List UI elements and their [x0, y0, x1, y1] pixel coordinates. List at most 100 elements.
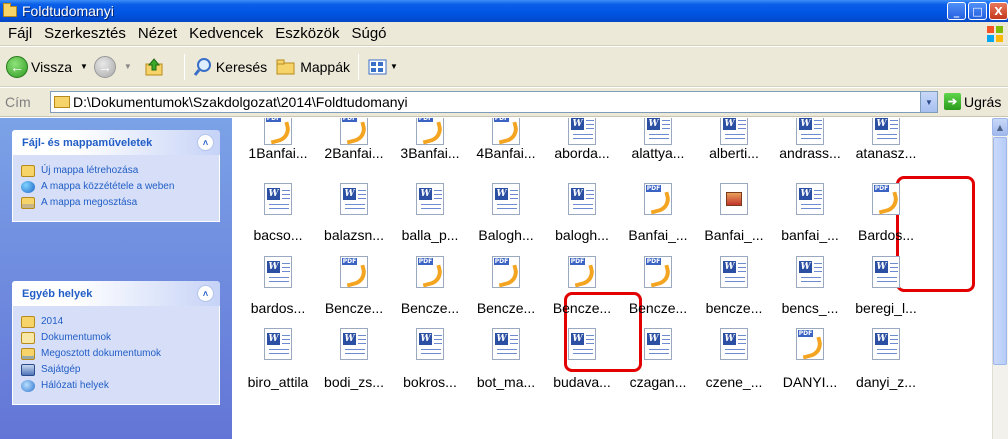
forward-dropdown-icon[interactable]: ▼ [124, 62, 132, 71]
views-icon[interactable] [367, 57, 389, 77]
file-item[interactable]: Wbalazsn... [314, 175, 394, 243]
file-item[interactable]: Waborda... [542, 118, 622, 165]
file-item[interactable]: Wbiro_attila [238, 322, 318, 390]
file-item[interactable]: Wdanyi_z... [846, 322, 926, 390]
file-item[interactable]: PDF Bencze... [542, 248, 622, 316]
file-item[interactable]: PDF Bencze... [618, 248, 698, 316]
search-icon[interactable] [193, 57, 213, 77]
file-item[interactable]: Watanasz... [846, 118, 926, 165]
file-name: DANYI... [782, 374, 838, 390]
file-item[interactable]: Wbokros... [390, 322, 470, 390]
word-doc-icon: W [644, 328, 672, 360]
file-item[interactable]: PDF Bencze... [314, 248, 394, 316]
file-item[interactable]: PDF DANYI... [770, 322, 850, 390]
file-name: bacso... [253, 227, 303, 243]
folders-icon[interactable] [275, 57, 297, 77]
file-name: Banfai_... [704, 227, 764, 243]
menu-edit[interactable]: Szerkesztés [38, 25, 132, 42]
file-item[interactable]: PDF Bencze... [466, 248, 546, 316]
close-button[interactable]: X [989, 2, 1008, 20]
file-item[interactable]: Wczagan... [618, 322, 698, 390]
menu-favorites[interactable]: Kedvencek [183, 25, 269, 42]
new-folder-icon [21, 165, 35, 177]
file-item[interactable]: PDF 2Banfai... [314, 118, 394, 165]
go-button[interactable]: ➔ Ugrás [944, 93, 1001, 110]
file-item[interactable]: Wbodi_zs... [314, 322, 394, 390]
back-dropdown-icon[interactable]: ▼ [80, 62, 88, 71]
scrollbar-thumb[interactable] [993, 137, 1007, 365]
forward-arrow-icon[interactable]: → [93, 55, 116, 78]
file-name: 4Banfai... [476, 145, 536, 161]
file-item[interactable]: Wbencs_... [770, 248, 850, 316]
place-2014[interactable]: 2014 [21, 316, 219, 328]
file-item[interactable]: Wbardos... [238, 248, 318, 316]
collapse-chevron-icon[interactable]: ˄ [197, 285, 214, 302]
task-publish-web[interactable]: A mappa közzététele a weben [21, 181, 219, 193]
place-my-computer[interactable]: Sajátgép [21, 364, 219, 376]
minimize-button[interactable]: _ [947, 2, 966, 20]
share-folder-icon [21, 197, 35, 209]
file-tasks-header[interactable]: Fájl- és mappaműveletek ˄ [12, 130, 220, 155]
file-name: banfai_... [781, 227, 839, 243]
file-item[interactable]: Wbacso... [238, 175, 318, 243]
address-dropdown-icon[interactable]: ▼ [920, 92, 937, 112]
folders-button[interactable]: Mappák [300, 59, 350, 75]
pdf-file-icon: PDF [796, 328, 825, 360]
word-doc-icon: W [492, 328, 520, 360]
menu-view[interactable]: Nézet [132, 25, 183, 42]
file-item[interactable]: PDF Bencze... [390, 248, 470, 316]
folder-icon [21, 316, 35, 328]
address-label: Cím [5, 94, 31, 110]
file-item[interactable]: Wbudava... [542, 322, 622, 390]
file-item[interactable]: PDF 4Banfai... [466, 118, 546, 165]
file-item[interactable]: W Balogh... [466, 175, 546, 243]
file-item[interactable]: Wbanfai_... [770, 175, 850, 243]
menu-help[interactable]: Súgó [345, 25, 392, 42]
file-item[interactable]: Wbalogh... [542, 175, 622, 243]
menu-file[interactable]: Fájl [0, 25, 38, 42]
place-network[interactable]: Hálózati helyek [21, 380, 219, 392]
file-item[interactable]: Wbencze... [694, 248, 774, 316]
web-publish-icon [21, 181, 35, 193]
file-item[interactable]: PDF 3Banfai... [390, 118, 470, 165]
back-arrow-icon[interactable]: ← [6, 55, 28, 78]
file-item[interactable]: Wandrass... [770, 118, 850, 165]
pdf-file-icon: PDF [872, 183, 901, 215]
search-button[interactable]: Keresés [216, 59, 267, 75]
menu-tools[interactable]: Eszközök [269, 25, 345, 42]
file-item[interactable]: Banfai_... [694, 175, 774, 243]
file-item[interactable]: PDF 1Banfai... [238, 118, 318, 165]
file-list: PDF 1Banfai... PDF 2Banfai... PDF 3Banfai... P… [232, 118, 992, 439]
collapse-chevron-icon[interactable]: ˄ [197, 134, 214, 151]
file-name: bot_ma... [476, 374, 536, 390]
back-button[interactable]: Vissza [31, 59, 72, 75]
task-new-folder[interactable]: Új mappa létrehozása [21, 165, 219, 177]
file-name: bardos... [250, 300, 306, 316]
task-share-folder[interactable]: A mappa megosztása [21, 197, 219, 209]
file-item[interactable]: Wballa_p... [390, 175, 470, 243]
file-item[interactable]: Walberti... [694, 118, 774, 165]
file-item[interactable]: Wczene_... [694, 322, 774, 390]
maximize-button[interactable]: □ [968, 2, 987, 20]
toolbar-separator [358, 53, 359, 80]
file-item[interactable]: Wbot_ma... [466, 322, 546, 390]
views-dropdown-icon[interactable]: ▼ [390, 62, 398, 71]
image-file-icon [720, 183, 748, 215]
word-doc-icon: W [264, 328, 292, 360]
toolbar-separator [183, 53, 185, 80]
address-field[interactable]: D:\Dokumentumok\Szakdolgozat\2014\Foldtu… [50, 91, 938, 113]
file-item[interactable]: PDF Bardos... [846, 175, 926, 243]
file-item[interactable]: Walattya... [618, 118, 698, 165]
address-path[interactable]: D:\Dokumentumok\Szakdolgozat\2014\Foldtu… [73, 94, 408, 110]
title-bar[interactable]: Foldtudomanyi _ □ X [0, 0, 1008, 22]
scroll-up-icon[interactable]: ▲ [992, 118, 1008, 136]
file-item[interactable]: PDF Banfai_... [618, 175, 698, 243]
word-doc-icon: W [720, 118, 748, 145]
place-shared-documents[interactable]: Megosztott dokumentumok [21, 348, 219, 360]
file-name: Bardos... [857, 227, 915, 243]
other-places-header[interactable]: Egyéb helyek ˄ [12, 281, 220, 306]
folder-up-icon[interactable] [144, 57, 164, 77]
file-item[interactable]: Wberegi_l... [846, 248, 926, 316]
file-name: Bencze... [324, 300, 384, 316]
place-documents[interactable]: Dokumentumok [21, 332, 219, 344]
